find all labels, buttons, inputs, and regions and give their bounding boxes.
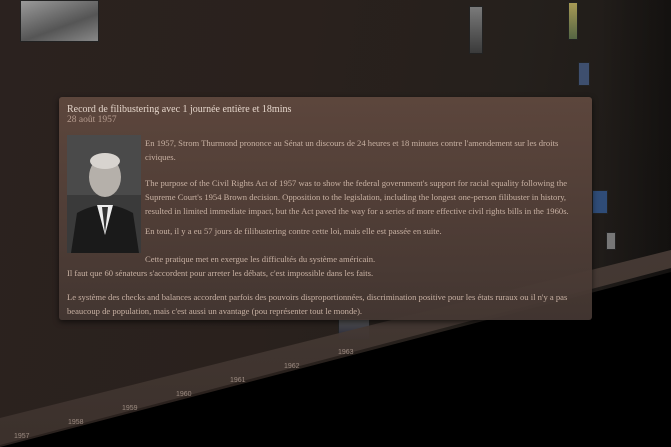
portrait-photo-icon[interactable] <box>67 135 141 253</box>
paragraph: En 1957, Strom Thurmond prononce au Séna… <box>145 138 559 162</box>
timeline-tick-label: 1958 <box>68 419 84 426</box>
timeline-wall-fade <box>600 0 671 300</box>
paragraph: En tout, il y a eu 57 jours de filibuste… <box>145 226 442 236</box>
paragraph: Le système des checks and balances accor… <box>67 292 568 316</box>
timeline-photo-thumbnail[interactable] <box>20 0 99 42</box>
portrait-image <box>67 135 141 253</box>
timeline-photo-thumbnail[interactable] <box>469 6 483 54</box>
timeline-photo-thumbnail[interactable] <box>568 2 578 40</box>
paragraph: Cette pratique met en exergue les diffic… <box>145 254 376 264</box>
timeline-tick-label: 1959 <box>122 405 138 412</box>
event-title: Record de filibustering avec 1 journée e… <box>67 104 292 115</box>
event-card[interactable]: Record de filibustering avec 1 journée e… <box>59 97 592 320</box>
timeline-tick-label: 1960 <box>176 391 192 398</box>
timeline-photo-thumbnail[interactable] <box>606 232 616 250</box>
timeline-tick-label: 1957 <box>14 433 30 440</box>
timeline-tick-label: 1962 <box>284 363 300 370</box>
paragraph: The purpose of the Civil Rights Act of 1… <box>145 178 569 216</box>
timeline-tick-label: 1961 <box>230 377 246 384</box>
timeline-photo-thumbnail[interactable] <box>592 190 608 214</box>
timeline-photo-thumbnail[interactable] <box>578 62 590 86</box>
timeline-tick-label: 1963 <box>338 349 354 356</box>
event-date: 28 août 1957 <box>67 115 117 125</box>
paragraph: Il faut que 60 sénateurs s'accordent pou… <box>67 268 374 278</box>
